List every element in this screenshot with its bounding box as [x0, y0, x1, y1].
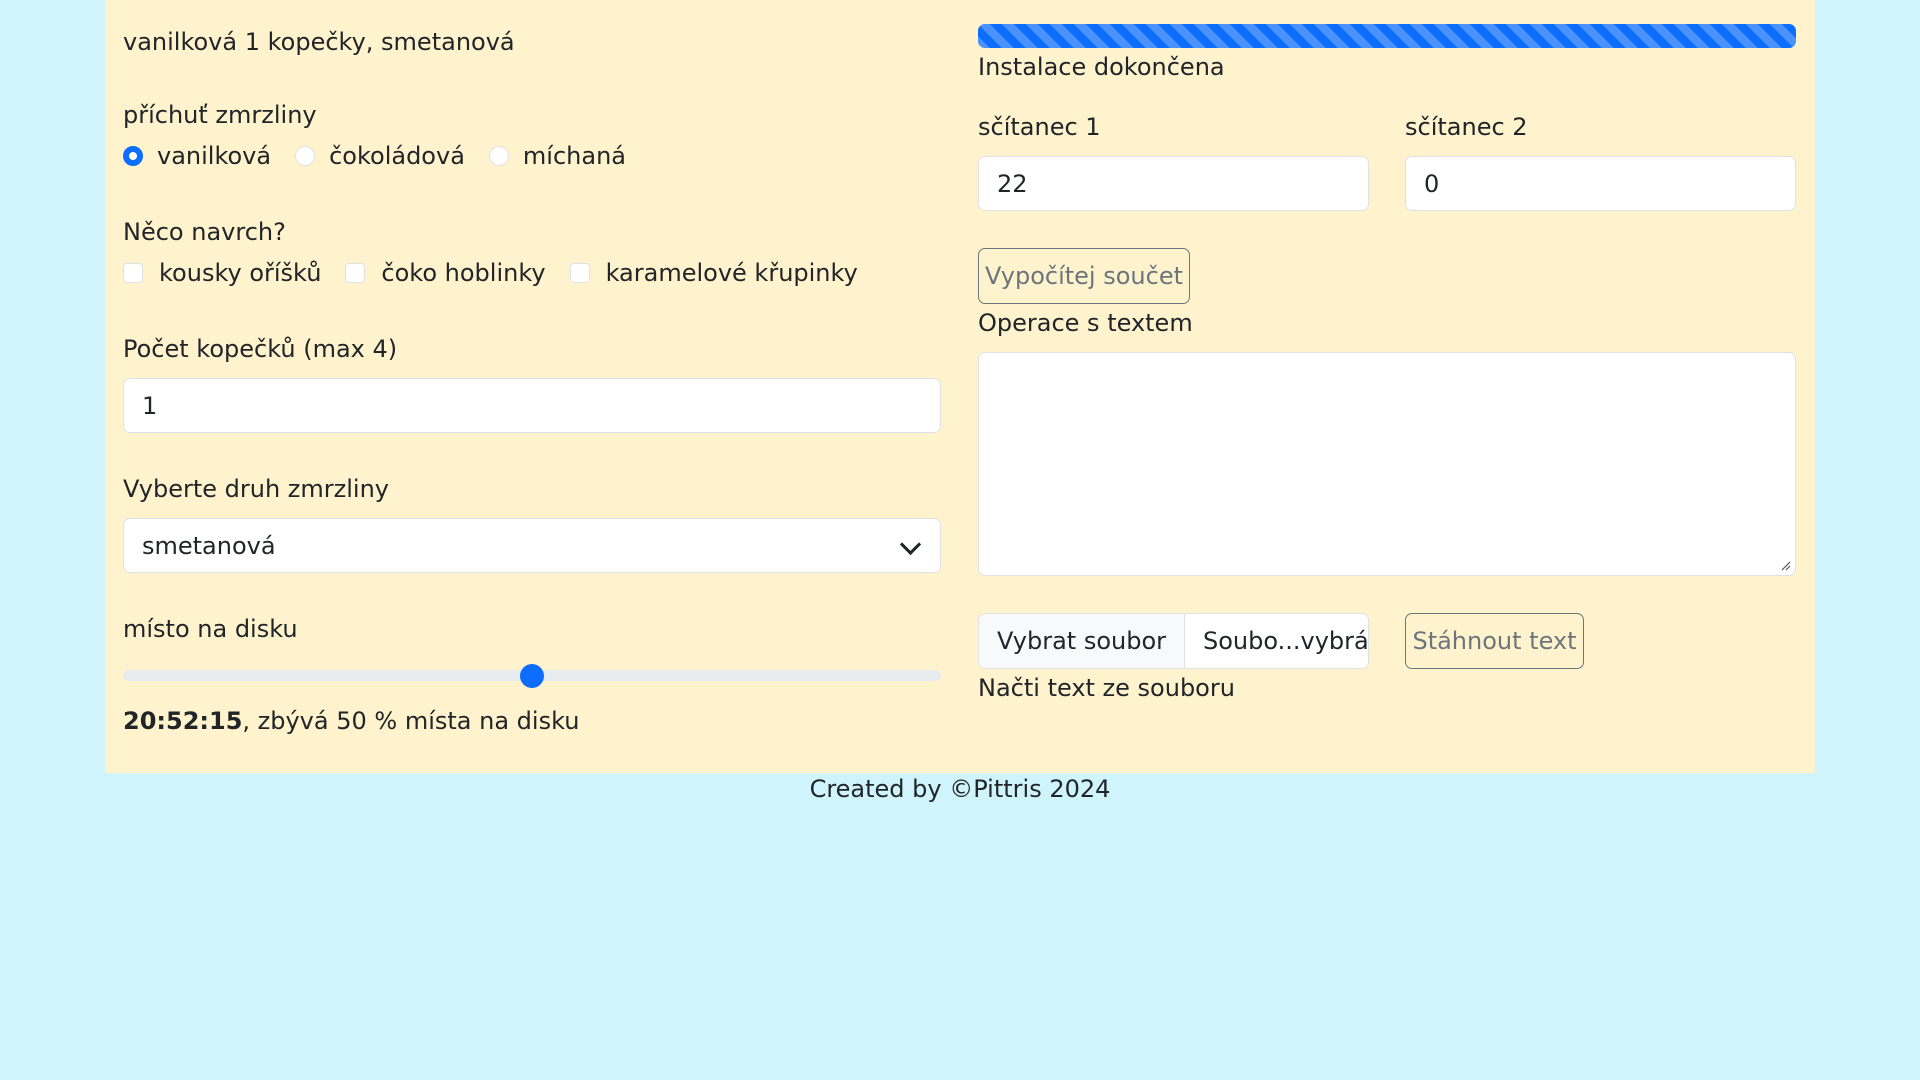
- disk-status-time: 20:52:15: [123, 707, 243, 735]
- icecream-type-select[interactable]: smetanová: [123, 518, 941, 573]
- flavor-option-label: vanilková: [157, 142, 272, 170]
- resize-handle-icon[interactable]: [1781, 561, 1791, 571]
- topping-checkbox-caramel[interactable]: [569, 263, 590, 283]
- toppings-label: Něco navrch?: [123, 218, 286, 246]
- install-progress: [978, 24, 1796, 48]
- topping-option-label: čoko hoblinky: [381, 259, 546, 287]
- scoops-number-input[interactable]: 1: [123, 378, 941, 433]
- install-status: Instalace dokončena: [978, 53, 1225, 81]
- disk-status: 20:52:15, zbývá 50 % místa na disku: [123, 707, 579, 736]
- topping-checkbox-nuts[interactable]: [123, 263, 143, 283]
- icecream-type-label: Vyberte druh zmrzliny: [123, 475, 389, 503]
- disk-label: místo na disku: [123, 615, 298, 643]
- flavor-radio-mixed[interactable]: [488, 146, 509, 166]
- file-name-display: Soubo...vybrán: [1203, 627, 1369, 655]
- topping-option-label: karamelové křupinky: [605, 259, 858, 287]
- flavor-option-vanilla[interactable]: vanilková: [123, 142, 271, 170]
- flavor-radio-chocolate[interactable]: [295, 146, 316, 166]
- order-summary: vanilková 1 kopečky, smetanová: [123, 28, 515, 56]
- chevron-down-icon: [899, 533, 922, 556]
- scoops-label: Počet kopečků (max 4): [123, 335, 398, 363]
- flavor-option-label: míchaná: [522, 142, 626, 170]
- icecream-type-selected: smetanová: [142, 531, 276, 560]
- flavor-option-label: čokoládová: [329, 142, 465, 170]
- scoops-value: 1: [142, 391, 158, 420]
- calculate-sum-button[interactable]: Vypočítej součet: [978, 248, 1190, 304]
- text-ops-label: Operace s textem: [978, 309, 1193, 337]
- topping-option-nuts[interactable]: kousky oříšků: [123, 259, 321, 287]
- addend1-value: 22: [997, 169, 1028, 198]
- form-panel: vanilková 1 kopečky, smetanová příchuť z…: [105, 0, 1815, 773]
- flavor-radio-group: vanilková čokoládová míchaná: [123, 142, 650, 170]
- load-file-label: Načti text ze souboru: [978, 674, 1235, 702]
- file-input[interactable]: Vybrat soubor Soubo...vybrán: [978, 613, 1369, 669]
- download-text-button[interactable]: Stáhnout text: [1405, 613, 1584, 669]
- addend1-label: sčítanec 1: [978, 113, 1101, 141]
- flavor-option-chocolate[interactable]: čokoládová: [295, 142, 465, 170]
- topping-option-caramel[interactable]: karamelové křupinky: [569, 259, 858, 287]
- flavor-label: příchuť zmrzliny: [123, 101, 317, 129]
- topping-option-choco[interactable]: čoko hoblinky: [345, 259, 546, 287]
- topping-option-label: kousky oříšků: [159, 259, 322, 287]
- addend2-input[interactable]: 0: [1405, 156, 1796, 211]
- text-ops-textarea[interactable]: [978, 352, 1796, 576]
- disk-status-text: , zbývá 50 % místa na disku: [242, 707, 580, 735]
- install-progress-bar: [978, 24, 1796, 48]
- flavor-option-mixed[interactable]: míchaná: [488, 142, 626, 170]
- toppings-checkbox-group: kousky oříšků čoko hoblinky karamelové k…: [123, 259, 882, 287]
- flavor-radio-vanilla[interactable]: [123, 146, 143, 166]
- addend2-label: sčítanec 2: [1405, 113, 1528, 141]
- topping-checkbox-choco[interactable]: [345, 263, 366, 283]
- addend2-value: 0: [1424, 169, 1440, 198]
- addend1-input[interactable]: 22: [978, 156, 1369, 211]
- footer: Created by ©Pittris 2024: [809, 775, 1111, 803]
- disk-slider-thumb[interactable]: [520, 664, 544, 688]
- choose-file-button[interactable]: Vybrat soubor: [979, 614, 1186, 668]
